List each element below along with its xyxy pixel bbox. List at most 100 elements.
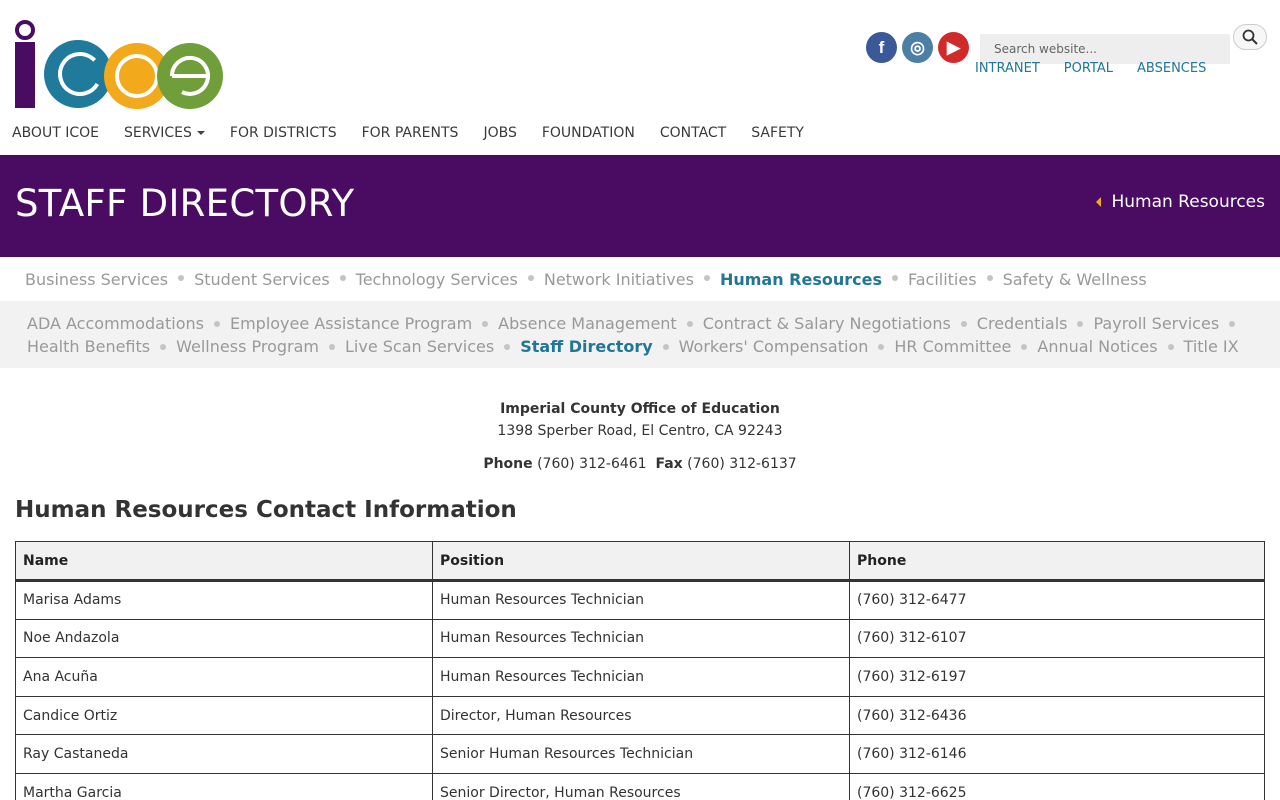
main-nav: ABOUT ICOE SERVICES FOR DISTRICTS FOR PA… [12,125,829,141]
separator-dot [1167,343,1174,350]
nav-contact[interactable]: CONTACT [660,125,726,141]
nav-jobs[interactable]: JOBS [483,125,516,141]
nav-about[interactable]: ABOUT ICOE [12,125,99,141]
contact-phones: Phone (760) 312-6461 Fax (760) 312-6137 [0,453,1280,475]
hr-link-payroll-services[interactable]: Payroll Services [1093,314,1219,333]
cell-position: Director, Human Resources [432,695,850,736]
table-row: Ray Castaneda Senior Human Resources Tech… [15,734,1265,774]
hr-link-annual-notices[interactable]: Annual Notices [1037,337,1157,356]
nav-for-parents[interactable]: FOR PARENTS [362,125,459,141]
separator-dot [1229,320,1236,327]
cell-name: Candice Ortiz [15,695,433,736]
dept-link-business-services[interactable]: Business Services [25,270,168,289]
office-address: Imperial County Office of Education 1398… [0,398,1280,475]
hr-link-wellness-program[interactable]: Wellness Program [176,337,319,356]
nav-foundation[interactable]: FOUNDATION [542,125,635,141]
staff-table: Name Position Phone Marisa Adams Human Re… [15,541,1265,800]
hr-link-absence-management[interactable]: Absence Management [498,314,677,333]
search-icon [1242,29,1258,45]
dept-link-technology-services[interactable]: Technology Services [356,270,518,289]
separator-dot [1021,343,1028,350]
fax-label: Fax [655,456,683,472]
street-address: 1398 Sperber Road, El Centro, CA 92243 [497,423,783,439]
table-row: Noe Andazola Human Resources Technician (7… [15,618,1265,659]
cell-name: Martha Garcia [15,772,433,800]
cell-phone: (760) 312-6146 [849,734,1265,774]
page-banner: STAFF DIRECTORY Human Resources [0,155,1280,257]
column-header-phone: Phone [849,541,1265,582]
separator-dot [662,343,669,350]
column-header-position: Position [432,541,850,582]
cell-position: Human Resources Technician [432,618,850,659]
separator-dot [178,275,185,281]
nav-safety[interactable]: SAFETY [751,125,804,141]
intranet-link[interactable]: INTRANET [975,61,1040,76]
hr-link-staff-directory[interactable]: Staff Directory [520,337,652,356]
separator-dot [213,320,220,327]
breadcrumb-label: Human Resources [1111,192,1265,212]
cell-phone: (760) 312-6436 [849,695,1265,736]
cell-name: Ray Castaneda [15,734,433,774]
separator-dot [339,275,346,281]
separator-dot [482,320,489,327]
breadcrumb[interactable]: Human Resources [1096,192,1265,212]
hr-link-workers-compensation[interactable]: Workers' Compensation [679,337,869,356]
separator-dot [504,343,511,350]
site-header: f ◎ ▶ INTRANET PORTAL ABSENCES ABOUT ICO… [0,0,1280,155]
separator-dot [960,320,967,327]
facebook-icon[interactable]: f [866,32,897,63]
search-box [980,34,1230,64]
dept-link-human-resources[interactable]: Human Resources [720,270,882,289]
section-title: Human Resources Contact Information [15,497,517,523]
separator-dot [703,275,710,281]
cell-position: Senior Human Resources Technician [432,734,850,774]
cell-phone: (760) 312-6197 [849,657,1265,697]
table-row: Martha Garcia Senior Director, Human Reso… [15,772,1265,800]
hr-link-contract-salary-negotiations[interactable]: Contract & Salary Negotiations [703,314,951,333]
department-nav: Business Services Student Services Technol… [0,257,1280,301]
separator-dot [329,343,335,350]
phone-label: Phone [483,456,533,472]
page-title: STAFF DIRECTORY [15,182,355,225]
absences-link[interactable]: ABSENCES [1137,61,1206,76]
hr-link-hr-committee[interactable]: HR Committee [894,337,1011,356]
cell-position: Human Resources Technician [432,580,850,620]
hr-link-health-benefits[interactable]: Health Benefits [27,337,150,356]
separator-dot [160,343,167,350]
dept-link-student-services[interactable]: Student Services [194,270,330,289]
cell-position: Human Resources Technician [432,657,850,697]
table-header-row: Name Position Phone [15,541,1265,582]
icoe-logo[interactable] [12,18,226,112]
hr-subnav: ADA Accommodations Employee Assistance Pr… [0,301,1280,368]
table-row: Marisa Adams Human Resources Technician (7… [15,580,1265,620]
nav-for-districts[interactable]: FOR DISTRICTS [230,125,337,141]
fax-number: (760) 312-6137 [687,456,797,472]
hr-link-title-ix[interactable]: Title IX [1184,337,1239,356]
separator-dot [891,275,898,281]
cell-phone: (760) 312-6477 [849,580,1265,620]
search-input[interactable] [980,34,1230,64]
hr-link-employee-assistance-program[interactable]: Employee Assistance Program [230,314,472,333]
dept-link-network-initiatives[interactable]: Network Initiatives [544,270,694,289]
dept-link-safety-wellness[interactable]: Safety & Wellness [1003,270,1147,289]
youtube-icon[interactable]: ▶ [938,32,969,63]
cell-position: Senior Director, Human Resources [432,772,850,800]
table-row: Ana Acuña Human Resources Technician (760)… [15,657,1265,697]
table-row: Candice Ortiz Director, Human Resources (7… [15,695,1265,736]
social-links: f ◎ ▶ [866,32,969,63]
search-button[interactable] [1233,24,1267,50]
quick-links: INTRANET PORTAL ABSENCES [975,61,1206,76]
instagram-icon[interactable]: ◎ [902,32,933,63]
dept-link-facilities[interactable]: Facilities [908,270,977,289]
separator-dot [878,343,885,350]
portal-link[interactable]: PORTAL [1064,61,1113,76]
separator-dot [1077,320,1084,327]
hr-link-credentials[interactable]: Credentials [977,314,1068,333]
hr-link-live-scan-services[interactable]: Live Scan Services [345,337,494,356]
hr-link-ada-accommodations[interactable]: ADA Accommodations [27,314,204,333]
column-header-name: Name [15,541,433,582]
nav-services[interactable]: SERVICES [124,125,205,141]
org-name: Imperial County Office of Education [500,401,780,417]
cell-name: Noe Andazola [15,618,433,659]
separator-dot [527,275,534,281]
